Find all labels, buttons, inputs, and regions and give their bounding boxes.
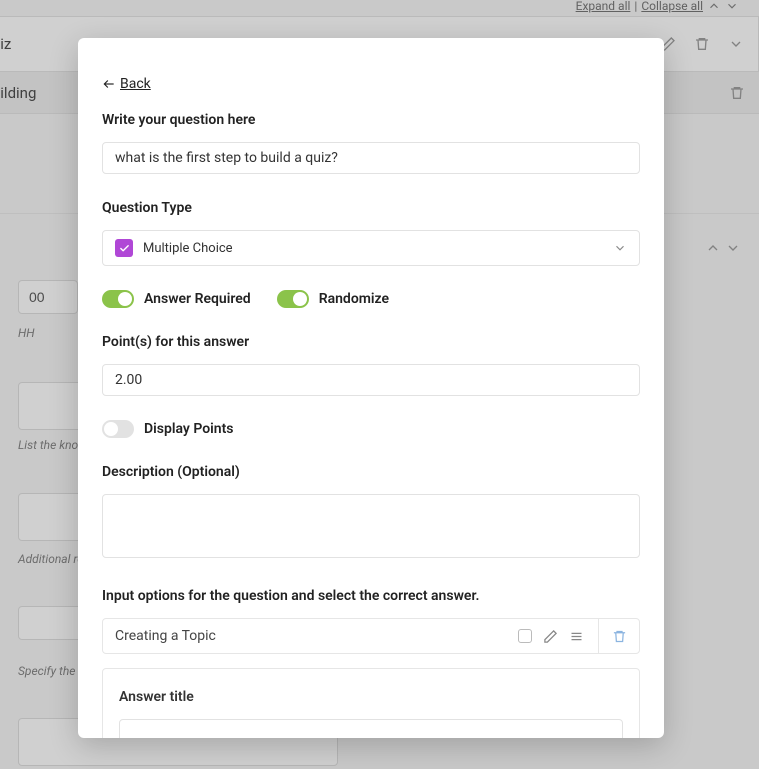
question-input[interactable]	[102, 142, 640, 174]
question-editor-modal: Back Write your question here Question T…	[78, 38, 664, 738]
randomize-toggle[interactable]	[277, 290, 309, 308]
question-type-label: Question Type	[102, 200, 640, 216]
trash-icon[interactable]	[611, 628, 627, 644]
points-input[interactable]	[102, 364, 640, 396]
display-points-label: Display Points	[144, 421, 234, 437]
answer-required-label: Answer Required	[144, 291, 251, 307]
answer-option-text: Creating a Topic	[115, 628, 508, 644]
description-textarea[interactable]	[102, 494, 640, 558]
points-label: Point(s) for this answer	[102, 334, 640, 350]
arrow-left-icon	[102, 77, 116, 91]
answer-required-toggle[interactable]	[102, 290, 134, 308]
question-type-value: Multiple Choice	[143, 241, 603, 256]
back-button[interactable]: Back	[102, 76, 151, 92]
answer-title-input[interactable]	[119, 719, 623, 738]
question-label: Write your question here	[102, 112, 640, 128]
back-label: Back	[120, 76, 151, 92]
answer-title-label: Answer title	[119, 689, 623, 705]
options-helper-text: Input options for the question and selec…	[102, 588, 640, 604]
correct-answer-checkbox[interactable]	[518, 629, 532, 643]
randomize-label: Randomize	[319, 291, 389, 307]
answer-detail-panel: Answer title Upload Image	[102, 668, 640, 738]
display-points-toggle[interactable]	[102, 420, 134, 438]
drag-handle-icon[interactable]	[568, 628, 584, 644]
modal-scroll-area[interactable]: Back Write your question here Question T…	[78, 38, 664, 738]
description-label: Description (Optional)	[102, 464, 640, 480]
chevron-down-icon	[613, 241, 627, 255]
question-type-select[interactable]: Multiple Choice	[102, 230, 640, 266]
edit-icon[interactable]	[542, 628, 558, 644]
answer-option-row: Creating a Topic	[102, 618, 640, 654]
multiple-choice-icon	[115, 239, 133, 257]
